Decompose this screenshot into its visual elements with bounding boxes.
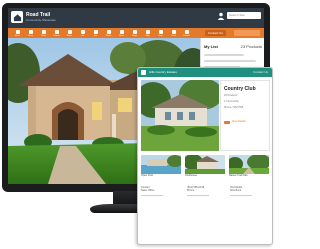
info-divider bbox=[141, 194, 163, 196]
nav-icon bbox=[119, 29, 124, 34]
nav-item[interactable]: Areas bbox=[63, 29, 76, 37]
amenity-thumbnails: Open Pool Clubhouse Nature Trail Park bbox=[141, 155, 269, 179]
nav-icon bbox=[28, 29, 33, 34]
nav-icon bbox=[41, 29, 46, 34]
details-button[interactable] bbox=[224, 121, 230, 124]
nav-label: Blog bbox=[145, 34, 150, 37]
nav-item[interactable]: News bbox=[115, 29, 128, 37]
nav-icon bbox=[145, 29, 150, 34]
nav-secondary-button[interactable] bbox=[234, 30, 260, 36]
amenity-thumb[interactable] bbox=[229, 155, 269, 174]
amenity-thumb[interactable] bbox=[185, 155, 225, 174]
listing-line bbox=[204, 54, 244, 56]
tablet-hero-photo[interactable] bbox=[141, 80, 219, 151]
tablet-logo-icon[interactable] bbox=[141, 70, 146, 75]
nav-icon bbox=[54, 29, 59, 34]
info-block: Visit Model Directions bbox=[230, 186, 252, 196]
nav-label: News bbox=[118, 34, 124, 37]
contact-button[interactable]: Contact Us bbox=[205, 30, 226, 36]
nav-label: Homes bbox=[53, 34, 60, 37]
info-subtitle: Phone bbox=[187, 189, 195, 193]
nav-item[interactable]: Blog bbox=[141, 29, 154, 37]
nav-icon bbox=[106, 29, 111, 34]
nav-item[interactable]: Help bbox=[154, 29, 167, 37]
info-divider bbox=[230, 194, 252, 196]
nav-label: Help bbox=[158, 34, 163, 37]
main-nav: Home Tours Plans Homes Areas Life Info M… bbox=[8, 28, 264, 38]
nav-icon bbox=[184, 29, 189, 34]
amenity-caption: Nature Trail Park bbox=[229, 174, 248, 177]
amenity-caption: Open Pool bbox=[141, 174, 153, 177]
nav-item[interactable]: Info bbox=[89, 29, 102, 37]
app-title: Road Trail bbox=[26, 11, 51, 18]
tablet-device: Hills Country Estates Contact Us Country… bbox=[137, 67, 273, 245]
community-detail: Phone: (512) 555 bbox=[224, 106, 244, 109]
nav-item[interactable]: Team bbox=[167, 29, 180, 37]
nav-item[interactable]: Tours bbox=[24, 29, 37, 37]
info-subtitle: Sales Office bbox=[141, 189, 155, 193]
tablet-header-title: Hills Country Estates bbox=[149, 70, 177, 74]
amenity-caption: Clubhouse bbox=[185, 174, 197, 177]
info-block: (512) 555-0148 Phone bbox=[187, 186, 209, 196]
nav-label: Life bbox=[80, 34, 85, 37]
info-subtitle: Directions bbox=[230, 189, 242, 193]
community-detail: 24 Products bbox=[224, 94, 238, 97]
listing-line bbox=[204, 60, 256, 62]
user-icon[interactable] bbox=[217, 12, 225, 20]
nav-label: Maps bbox=[132, 34, 137, 37]
nav-icon bbox=[93, 29, 98, 34]
nav-label: Media bbox=[105, 34, 112, 37]
nav-item[interactable]: Plans bbox=[37, 29, 50, 37]
search-input[interactable]: Search Site bbox=[227, 12, 261, 19]
nav-label: Home bbox=[14, 34, 21, 37]
nav-icon bbox=[80, 29, 85, 34]
nav-icon bbox=[132, 29, 137, 34]
nav-item[interactable]: Home bbox=[11, 29, 24, 37]
community-detail: 1 Community bbox=[224, 100, 239, 103]
nav-item[interactable]: Contact bbox=[180, 29, 193, 37]
nav-label: Contact bbox=[183, 34, 190, 37]
nav-label: Areas bbox=[66, 34, 73, 37]
nav-icon bbox=[67, 29, 72, 34]
nav-label: Tours bbox=[28, 34, 33, 37]
nav-item[interactable]: Life bbox=[76, 29, 89, 37]
nav-item[interactable]: Maps bbox=[128, 29, 141, 37]
listing-count: 23 Products bbox=[240, 44, 262, 49]
amenity-thumb[interactable] bbox=[141, 155, 181, 174]
app-subtitle: Community Showcase bbox=[26, 17, 56, 22]
view-details-link[interactable]: View Details bbox=[232, 120, 246, 124]
listing-title: My List bbox=[204, 44, 218, 49]
community-card: Country Club 24 Products 1 Community Pho… bbox=[220, 80, 270, 151]
nav-label: Team bbox=[171, 34, 176, 37]
nav-label: Info bbox=[93, 34, 98, 37]
nav-icon bbox=[171, 29, 176, 34]
info-block: Contact Sales Office bbox=[141, 186, 163, 196]
community-title: Country Club bbox=[224, 86, 256, 92]
app-header: Road Trail Community Showcase Search Sit… bbox=[8, 8, 264, 28]
brand[interactable]: Road Trail Community Showcase bbox=[11, 11, 56, 23]
info-divider bbox=[187, 194, 209, 196]
tablet-header-link[interactable]: Contact Us bbox=[253, 71, 268, 74]
tablet-header: Hills Country Estates Contact Us bbox=[138, 68, 272, 77]
nav-icon bbox=[15, 29, 20, 34]
nav-item[interactable]: Media bbox=[102, 29, 115, 37]
nav-label: Plans bbox=[40, 34, 46, 37]
house-logo-icon bbox=[11, 11, 23, 23]
nav-item[interactable]: Homes bbox=[50, 29, 63, 37]
nav-icon bbox=[158, 29, 163, 34]
